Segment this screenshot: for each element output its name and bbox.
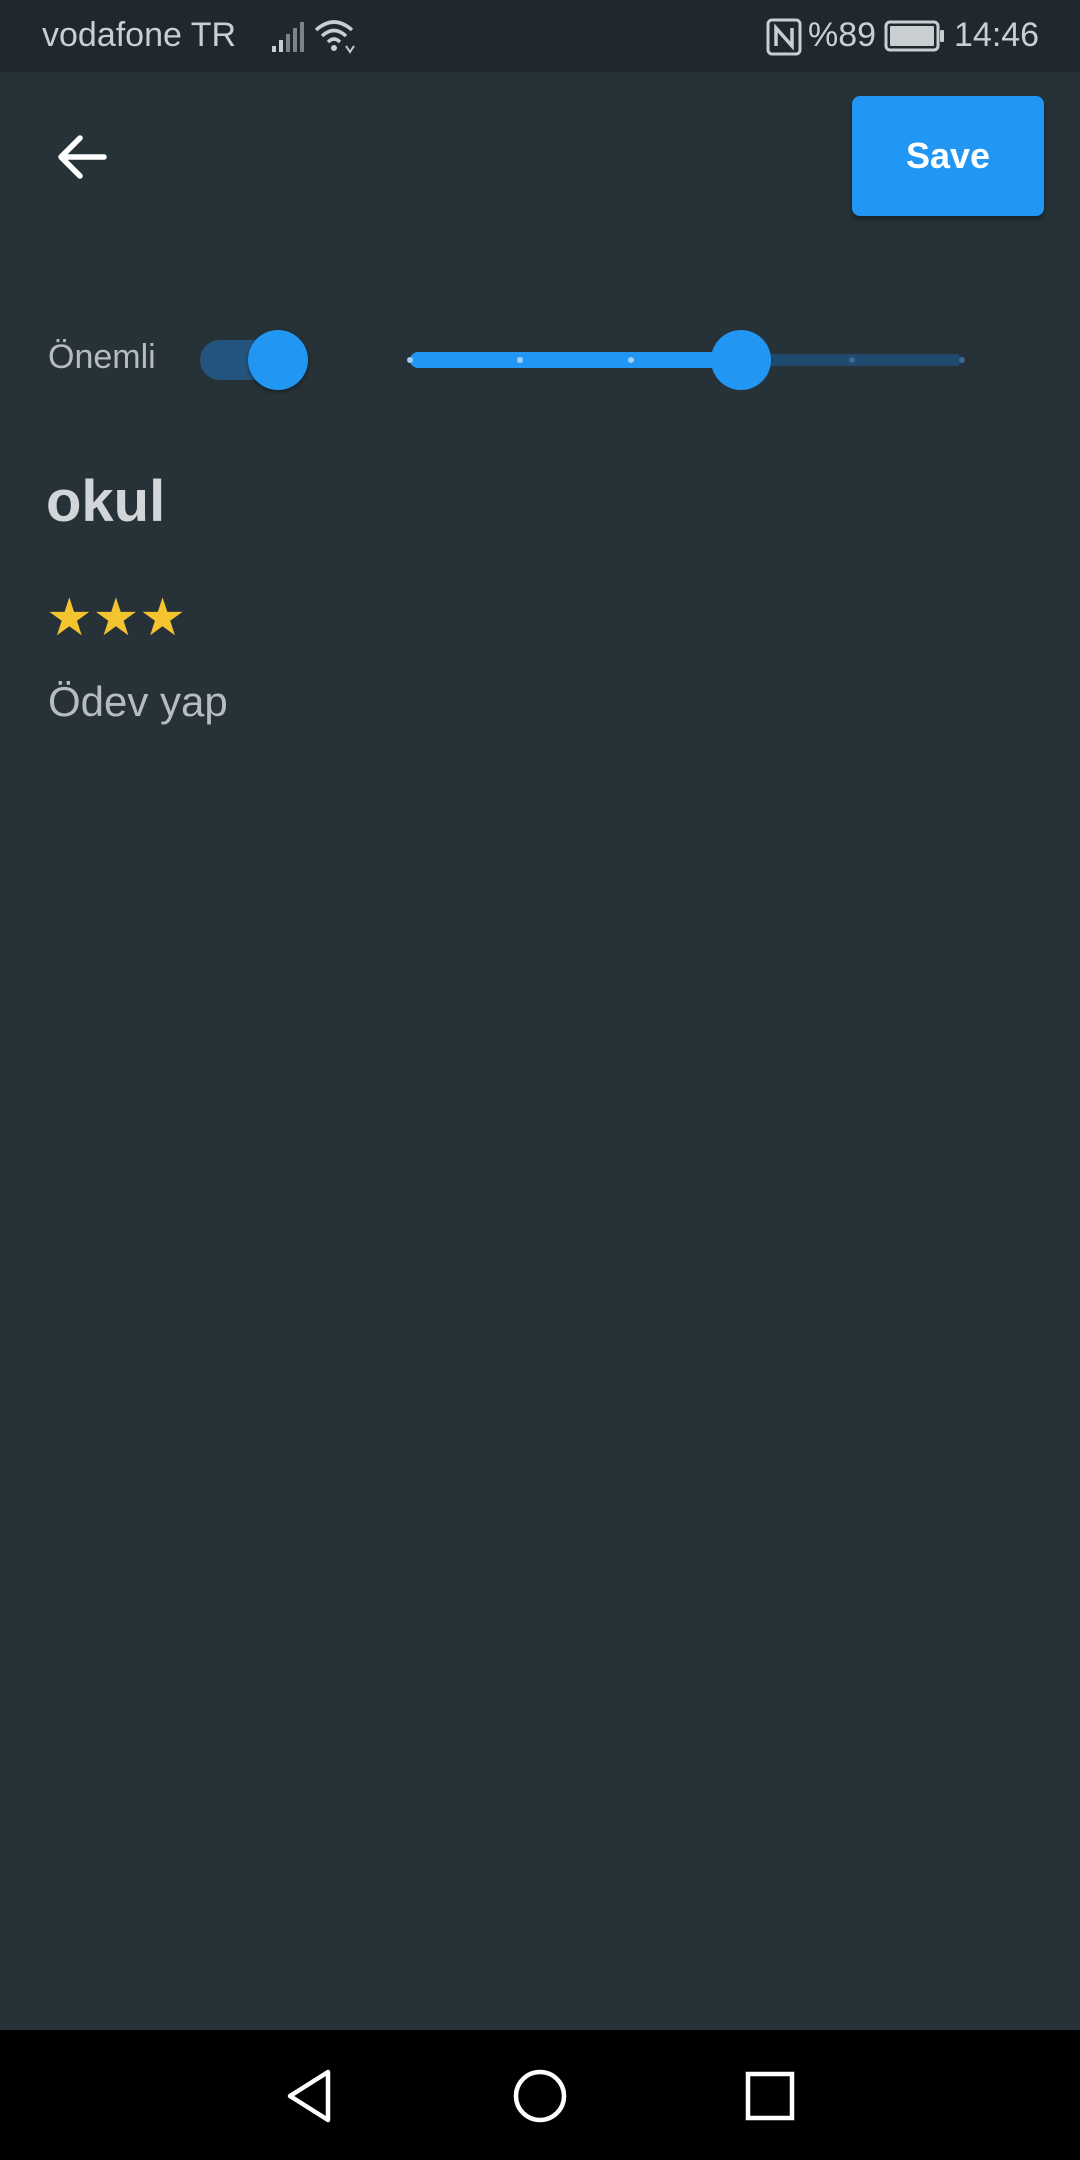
switch-thumb[interactable]	[248, 330, 308, 390]
importance-switch[interactable]	[200, 330, 310, 390]
status-bar: vodafone TR %89 14:46	[0, 0, 1080, 72]
nfc-icon	[766, 18, 802, 56]
star-icons: ★★★	[46, 589, 186, 647]
slider-tick	[407, 357, 413, 363]
importance-slider[interactable]	[407, 330, 965, 390]
note-title: okul	[46, 469, 166, 534]
signal-icon	[272, 22, 304, 52]
slider-tick	[959, 357, 965, 363]
back-triangle-icon[interactable]	[278, 2064, 342, 2128]
recents-square-icon[interactable]	[738, 2064, 802, 2128]
slider-tick	[627, 357, 634, 363]
arrow-left-icon[interactable]	[52, 126, 114, 188]
clock: 14:46	[954, 16, 1040, 54]
wifi-icon	[314, 20, 355, 54]
note-description: Ödev yap	[48, 678, 228, 725]
battery-percent: %89	[808, 16, 877, 54]
slider-fill	[410, 352, 742, 368]
carrier-name: vodafone TR	[42, 16, 237, 54]
star-rating: ★★★	[46, 590, 186, 646]
slider-thumb[interactable]	[711, 330, 772, 390]
battery-icon	[884, 20, 944, 52]
screen: vodafone TR %89 14:46 Save Önemli okul ★…	[0, 0, 1080, 2160]
slider-tick	[848, 357, 855, 363]
save-button[interactable]: Save	[852, 96, 1044, 216]
home-circle-icon[interactable]	[508, 2064, 572, 2128]
importance-label: Önemli	[48, 338, 156, 376]
navigation-bar	[0, 2030, 1080, 2160]
